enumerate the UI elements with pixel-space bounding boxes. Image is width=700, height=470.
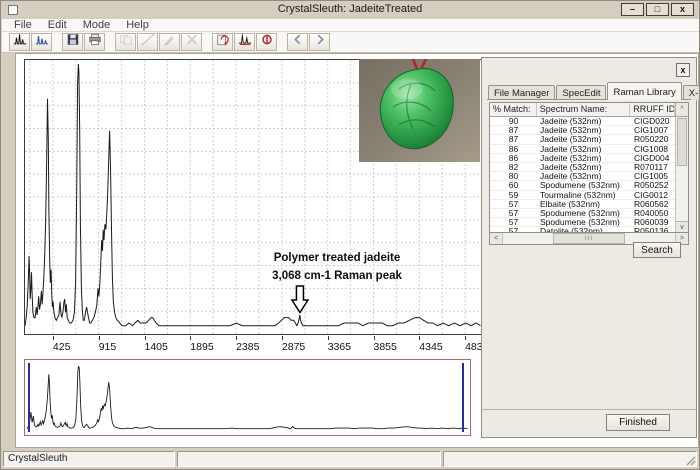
overview-spectrum-line — [27, 366, 468, 429]
overview-spectrum-chart[interactable] — [24, 359, 471, 436]
vertical-scrollbar-thumb[interactable] — [677, 118, 687, 166]
baseline-correct-icon — [141, 33, 155, 51]
prev-arrow-icon — [291, 33, 305, 51]
copy-icon — [119, 33, 133, 51]
content-area: Polymer treated jadeite 3,068 cm-1 Raman… — [15, 53, 699, 448]
search-button[interactable]: Search — [633, 242, 681, 258]
tab-x-ray[interactable]: X-Ray — [683, 85, 700, 100]
stop-icon — [260, 33, 274, 51]
tick-mark — [465, 336, 466, 340]
horizontal-scrollbar-thumb[interactable]: III — [553, 233, 625, 244]
annotation: Polymer treated jadeite 3,068 cm-1 Raman… — [212, 249, 462, 285]
tick-mark — [282, 336, 283, 340]
column-header-0[interactable]: % Match: — [490, 103, 537, 116]
vertical-scrollbar[interactable]: v — [675, 117, 688, 232]
tick-mark — [419, 336, 420, 340]
open-raman-spectrum-icon — [13, 33, 27, 51]
status-text: CrystalSleuth — [8, 453, 67, 464]
menu-file[interactable]: File — [6, 19, 40, 31]
save-icon — [66, 33, 80, 51]
highlight — [391, 79, 423, 99]
pen-edit-icon — [163, 33, 177, 51]
reset-view-button[interactable] — [212, 33, 233, 51]
print-button[interactable] — [84, 33, 105, 51]
open-xray-pattern-icon — [35, 33, 49, 51]
menu-edit[interactable]: Edit — [40, 19, 75, 31]
tab-file-manager[interactable]: File Manager — [488, 85, 555, 100]
overview-plot[interactable] — [25, 360, 470, 435]
tick-mark — [53, 336, 54, 340]
delete-icon — [185, 33, 199, 51]
resize-grip-icon — [684, 454, 696, 466]
maximize-button[interactable]: □ — [646, 3, 669, 16]
window-controls: –□x — [621, 3, 694, 16]
stop-button[interactable] — [256, 33, 277, 51]
open-raman-spectrum-button[interactable] — [9, 33, 30, 51]
minimize-button[interactable]: – — [621, 3, 644, 16]
library-search-panel: x File ManagerSpecEditRaman LibraryX-Ray… — [481, 57, 697, 438]
annotation-arrow-icon — [292, 286, 308, 313]
window-title: CrystalSleuth: JadeiteTreated — [1, 3, 699, 15]
panel-footer: Finished — [482, 409, 696, 437]
match-percent-cell: 57 — [490, 226, 537, 232]
rruff-id-cell: R050136 — [631, 226, 676, 232]
tick-mark — [190, 336, 191, 340]
print-icon — [88, 33, 102, 51]
delete-button — [181, 33, 202, 51]
tick-mark — [374, 336, 375, 340]
table-body: 90Jadeite (532nm)CIGD02087Jadeite (532nm… — [490, 117, 688, 232]
scroll-left-icon[interactable]: < — [490, 233, 503, 244]
finished-button[interactable]: Finished — [606, 414, 670, 431]
close-button[interactable]: x — [671, 3, 694, 16]
open-xray-pattern-button[interactable] — [31, 33, 52, 51]
column-header-1[interactable]: Spectrum Name: — [537, 103, 631, 116]
reset-view-icon — [216, 33, 230, 51]
annotation-line1: Polymer treated jadeite — [212, 249, 462, 267]
jade-pendant-image — [359, 59, 480, 162]
tab-specedit[interactable]: SpecEdit — [556, 85, 606, 100]
panel-tabs: File ManagerSpecEditRaman LibraryX-Ray — [488, 82, 700, 100]
match-results-table: % Match:Spectrum Name:RRUFF ID:^ 90Jadei… — [489, 102, 689, 245]
menu-bar: FileEditModeHelp — [2, 19, 699, 32]
tick-mark — [145, 336, 146, 340]
next-arrow-icon — [313, 33, 327, 51]
status-bar-section-2 — [177, 451, 441, 467]
next-arrow-button[interactable] — [309, 33, 330, 51]
peak-marker-button[interactable] — [234, 33, 255, 51]
save-button[interactable] — [62, 33, 83, 51]
scroll-up-icon[interactable]: ^ — [675, 103, 688, 116]
status-bar-section-1: CrystalSleuth — [3, 451, 175, 467]
baseline-correct-button — [137, 33, 158, 51]
pen-edit-button — [159, 33, 180, 51]
menu-help[interactable]: Help — [118, 19, 157, 31]
table-row[interactable]: 57Datolite (532nm)R050136 — [490, 227, 676, 232]
scroll-down-icon[interactable]: v — [676, 221, 688, 232]
copy-button — [115, 33, 136, 51]
tick-mark — [328, 336, 329, 340]
title-bar[interactable]: CrystalSleuth: JadeiteTreated –□x — [1, 1, 699, 19]
column-header-2[interactable]: RRUFF ID: — [630, 103, 675, 116]
app-window: CrystalSleuth: JadeiteTreated –□x FileEd… — [0, 0, 700, 470]
toolbar — [2, 32, 699, 53]
table-header-row: % Match:Spectrum Name:RRUFF ID:^ — [490, 103, 688, 117]
prev-arrow-button[interactable] — [287, 33, 308, 51]
status-bar-section-3 — [443, 451, 697, 467]
tick-mark — [99, 336, 100, 340]
jade-pendant-photo — [359, 59, 480, 162]
resize-grip[interactable] — [684, 453, 696, 465]
spectrum-name-cell: Datolite (532nm) — [537, 226, 631, 232]
x-axis-labels: 42591514051895238528753365385543454835 — [25, 336, 481, 356]
menu-mode[interactable]: Mode — [75, 19, 119, 31]
tick-mark — [236, 336, 237, 340]
peak-marker-icon — [238, 33, 252, 51]
annotation-line2: 3,068 cm-1 Raman peak — [212, 267, 462, 285]
panel-close-button[interactable]: x — [676, 63, 690, 77]
tab-raman-library[interactable]: Raman Library — [607, 82, 681, 100]
